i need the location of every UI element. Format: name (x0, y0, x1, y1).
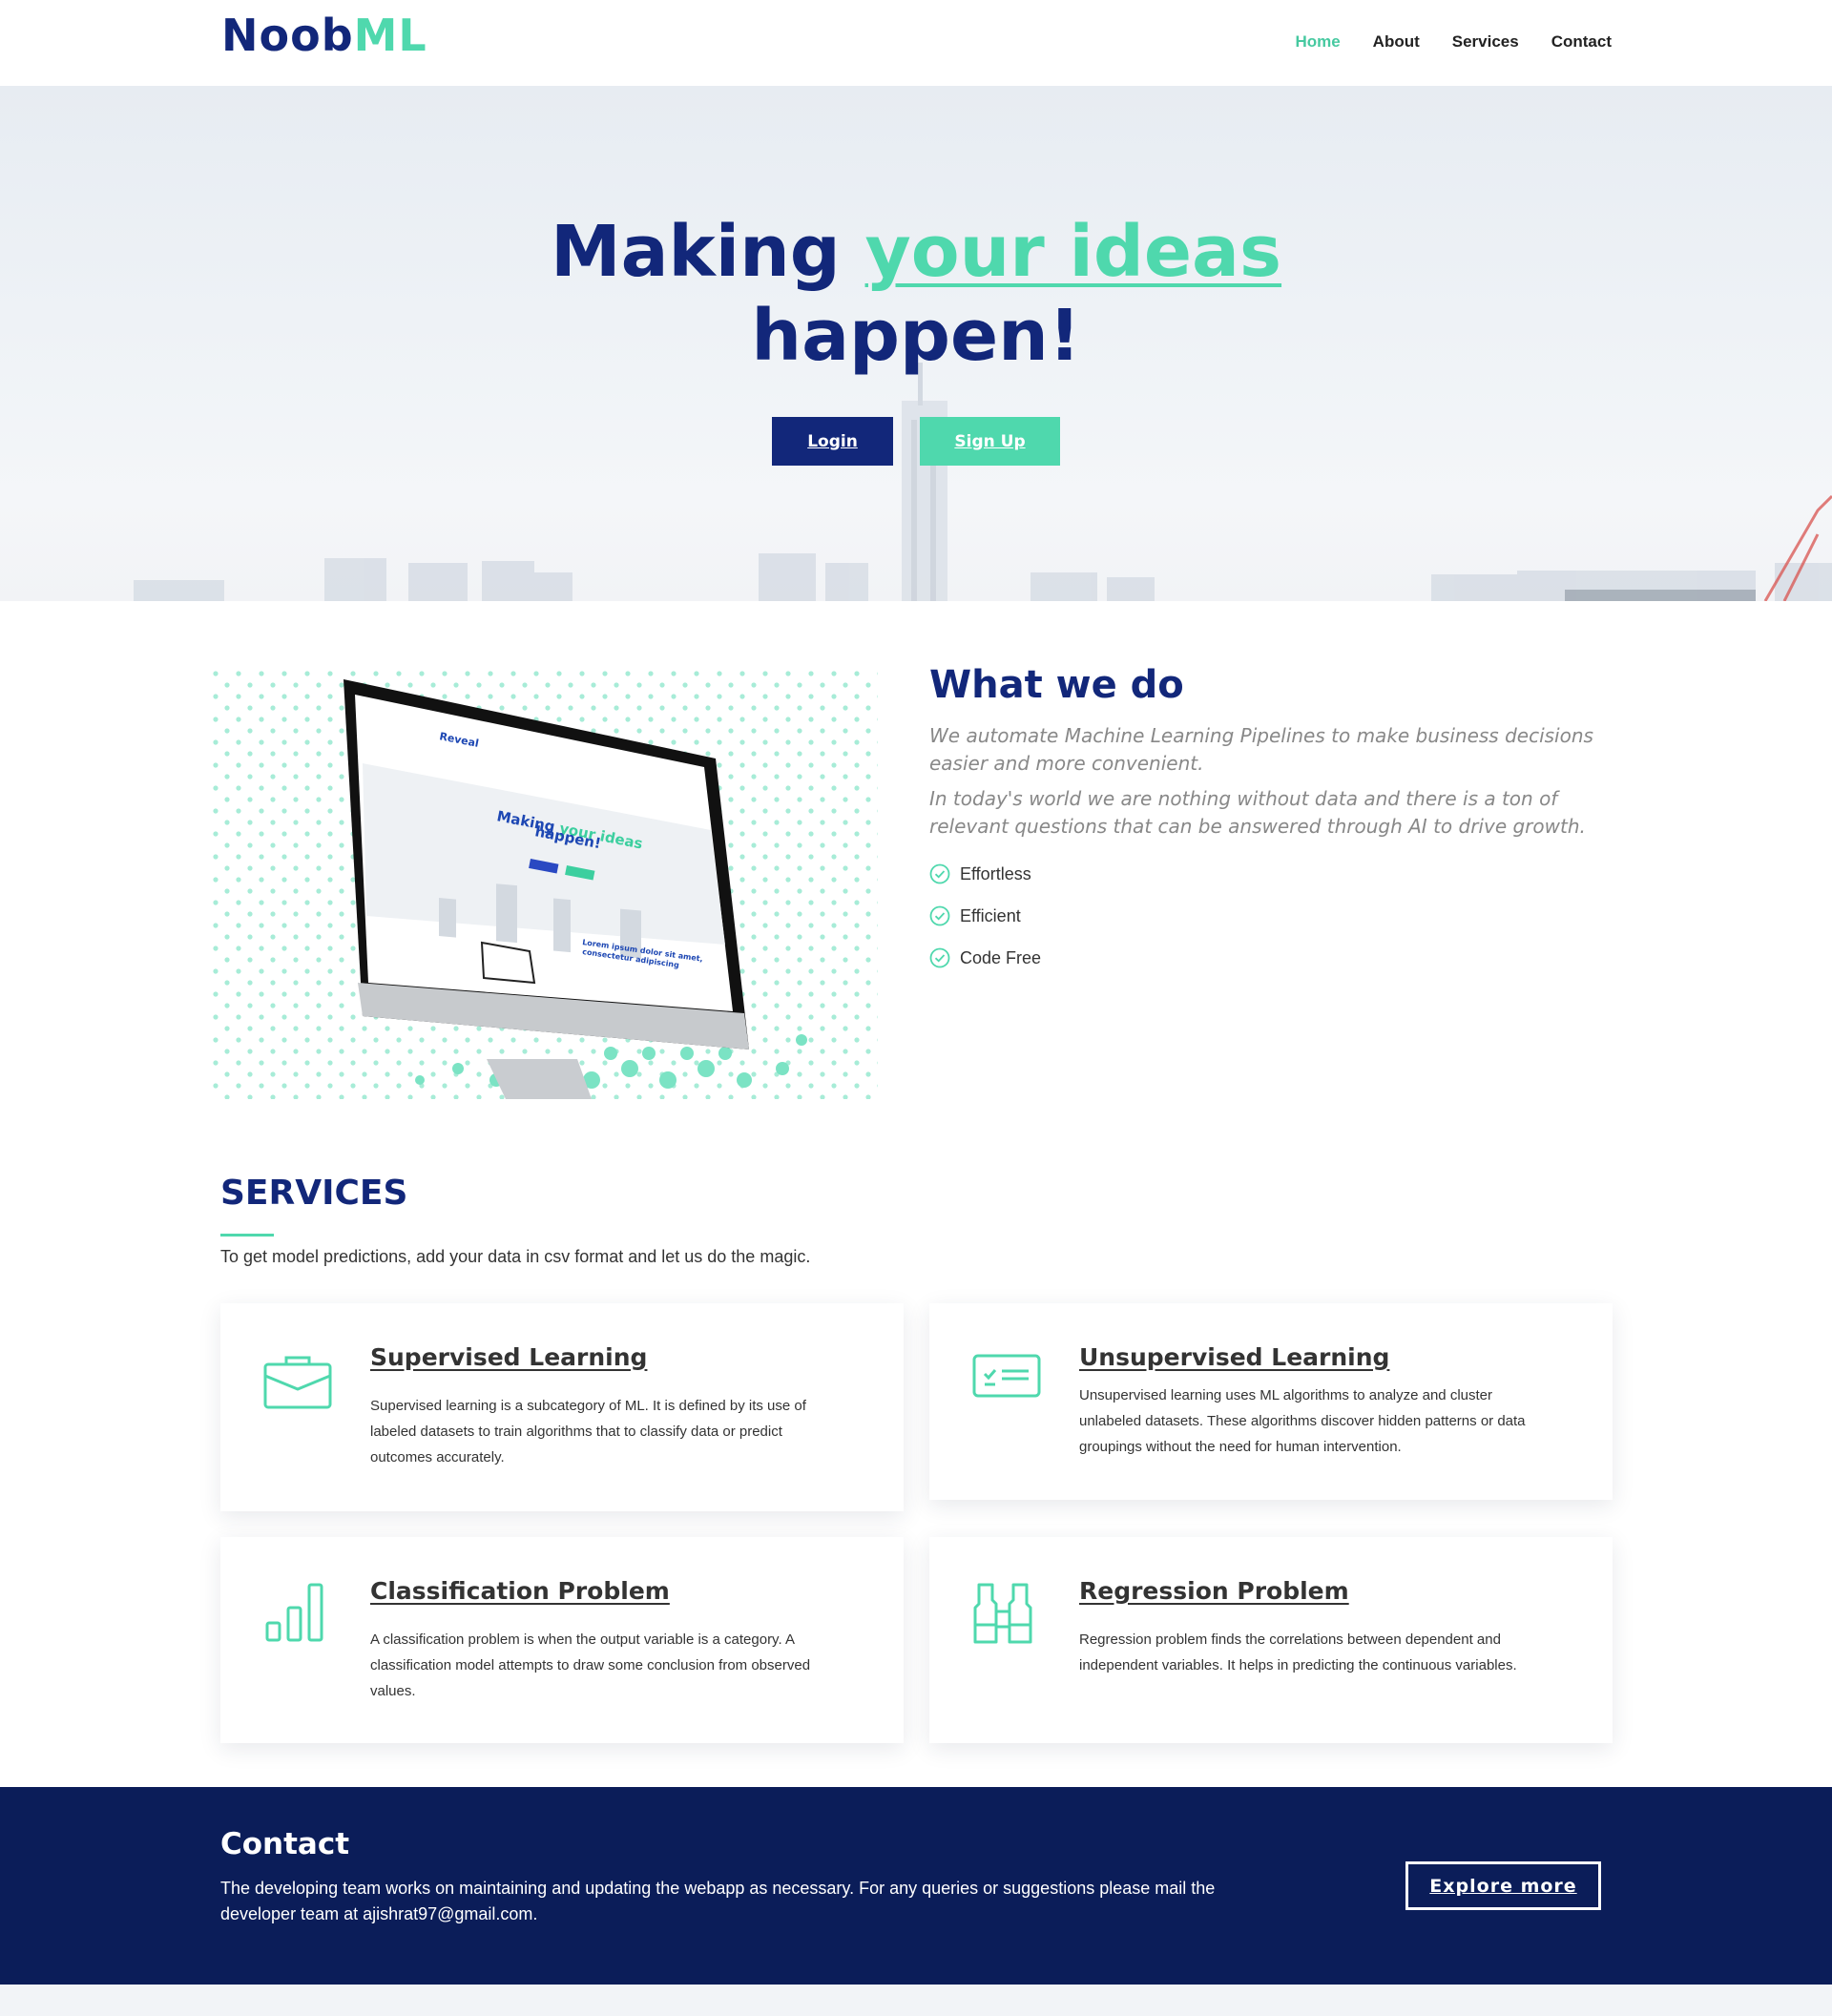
supervised-learning-link[interactable]: Supervised Learning (370, 1343, 647, 1371)
contact-section: Contact The developing team works on mai… (0, 1787, 1832, 1985)
feature-item-code-free: Code Free (929, 937, 1041, 979)
services-subtitle: To get model predictions, add your data … (220, 1247, 811, 1266)
feature-item-effortless: Effortless (929, 853, 1041, 895)
briefcase-icon (263, 1356, 332, 1409)
check-circle-icon (929, 863, 950, 884)
what-we-do-paragraph-2: In today's world we are nothing without … (929, 787, 1586, 838)
what-we-do-paragraph-1: We automate Machine Learning Pipelines t… (929, 724, 1593, 775)
service-card-supervised: Supervised Learning Supervised learning … (220, 1303, 904, 1511)
classification-problem-link[interactable]: Classification Problem (370, 1577, 670, 1605)
supervised-learning-text: Supervised learning is a subcategory of … (370, 1398, 806, 1465)
service-card-classification: Classification Problem A classification … (220, 1537, 904, 1743)
regression-problem-text: Regression problem finds the correlation… (1079, 1632, 1517, 1673)
nav-home[interactable]: Home (1295, 32, 1340, 52)
explore-more-button[interactable]: Explore more (1405, 1861, 1601, 1910)
contact-title: Contact (220, 1827, 350, 1861)
hero-title-accent: your ideas (864, 211, 1282, 293)
binoculars-icon (973, 1583, 1032, 1644)
site-logo[interactable]: NoobML (221, 10, 427, 61)
classification-problem-text: A classification problem is when the out… (370, 1632, 811, 1699)
feature-item-efficient: Efficient (929, 895, 1041, 937)
unsupervised-learning-link[interactable]: Unsupervised Learning (1079, 1343, 1389, 1371)
regression-problem-link[interactable]: Regression Problem (1079, 1577, 1349, 1605)
nav-about[interactable]: About (1373, 32, 1420, 52)
checklist-card-icon (972, 1354, 1041, 1398)
site-header: NoobML Home About Services Contact (0, 0, 1832, 86)
feature-list: Effortless Efficient Code Free (929, 853, 1041, 979)
bar-chart-icon (265, 1583, 323, 1642)
hero-title: Making your ideas happen! (550, 211, 1282, 377)
nav-contact[interactable]: Contact (1551, 32, 1612, 52)
monitor-illustration: Reveal Making your ideas happen! Lorem i… (210, 668, 878, 1099)
nav-services[interactable]: Services (1452, 32, 1519, 52)
login-button[interactable]: Login (772, 417, 893, 466)
services-title: SERVICES (220, 1174, 408, 1213)
what-we-do-title: What we do (929, 663, 1184, 707)
signup-button[interactable]: Sign Up (920, 417, 1060, 466)
unsupervised-learning-text: Unsupervised learning uses ML algorithms… (1079, 1387, 1526, 1455)
service-card-unsupervised: Unsupervised Learning Unsupervised learn… (929, 1303, 1613, 1500)
check-circle-icon (929, 947, 950, 968)
contact-text: The developing team works on maintaining… (220, 1879, 1216, 1923)
services-divider (220, 1234, 274, 1237)
main-nav: Home About Services Contact (1295, 32, 1612, 52)
service-card-regression: Regression Problem Regression problem fi… (929, 1537, 1613, 1743)
check-circle-icon (929, 905, 950, 926)
hero-section: Making your ideas happen! Login Sign Up (0, 86, 1832, 601)
